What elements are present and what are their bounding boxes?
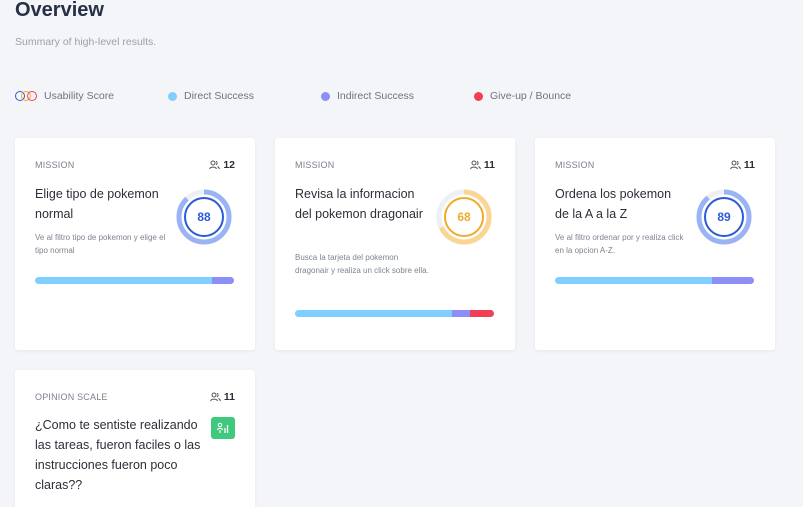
usability-score-gauge: 88 (175, 188, 233, 246)
bar-segment-direct (295, 310, 453, 317)
legend-indirect: Indirect Success (321, 90, 414, 102)
card-type-label: MISSION (555, 160, 595, 170)
card-description: Busca la tarjeta del pokemon dragonair y… (295, 253, 429, 275)
card-type-label: OPINION SCALE (35, 392, 108, 402)
page-title: Overview (15, 0, 104, 21)
card-type-label: MISSION (295, 160, 335, 170)
participant-count: 11 (469, 159, 495, 171)
participant-count-value: 11 (743, 159, 755, 171)
participant-count-value: 11 (223, 391, 235, 403)
usability-score-gauge: 89 (695, 188, 753, 246)
indirect-dot-icon (321, 91, 330, 101)
bar-segment-giveup (470, 310, 494, 317)
participant-count: 11 (209, 391, 235, 403)
usability-rings-icon (15, 91, 39, 101)
legend-usability-label: Usability Score (44, 90, 115, 102)
participant-count-value: 12 (223, 159, 235, 171)
page-subtitle: Summary of high-level results. (15, 36, 157, 48)
success-bar (35, 277, 234, 284)
legend-usability: Usability Score (15, 90, 114, 102)
mission-card[interactable]: MISSION 12 Elige tipo de pokemon normal … (15, 138, 255, 350)
success-bar (555, 277, 754, 284)
users-icon (209, 392, 221, 402)
card-title: Revisa la informacion del pokemon dragon… (295, 187, 423, 221)
card-title: Ordena los pokemon de la A a la Z (555, 187, 672, 221)
card-title: Elige tipo de pokemon normal (35, 187, 159, 221)
participant-count: 11 (729, 159, 755, 171)
legend-direct: Direct Success (168, 90, 254, 102)
usability-score-gauge: 68 (435, 188, 493, 246)
legend-direct-label: Direct Success (184, 90, 255, 102)
direct-dot-icon (168, 91, 177, 101)
users-icon (729, 160, 741, 170)
opinion-scale-card[interactable]: OPINION SCALE 11 ¿Como te sentiste reali… (15, 370, 255, 507)
opinion-scale-icon (211, 417, 235, 439)
legend-giveup-label: Give-up / Bounce (490, 90, 572, 102)
card-description: Ve al filtro ordenar por y realiza click… (555, 233, 684, 255)
card-title: ¿Como te sentiste realizando las tareas,… (35, 418, 201, 492)
bar-segment-indirect (212, 277, 234, 284)
bar-segment-direct (555, 277, 713, 284)
bar-segment-indirect (712, 277, 754, 284)
participant-count: 12 (209, 159, 235, 171)
card-description: Ve al filtro tipo de pokemon y elige el … (35, 233, 166, 255)
giveup-dot-icon (474, 91, 483, 101)
mission-card[interactable]: MISSION 11 Revisa la informacion del pok… (275, 138, 515, 350)
bar-segment-direct (35, 277, 213, 284)
legend-giveup: Give-up / Bounce (474, 90, 571, 102)
usability-score-value: 89 (717, 210, 731, 224)
legend-indirect-label: Indirect Success (337, 90, 415, 102)
card-type-label: MISSION (35, 160, 75, 170)
participant-count-value: 11 (483, 159, 495, 171)
usability-score-value: 68 (457, 210, 471, 224)
usability-score-value: 88 (197, 210, 211, 224)
users-icon (469, 160, 481, 170)
success-bar (295, 310, 494, 317)
users-icon (209, 160, 221, 170)
mission-card[interactable]: MISSION 11 Ordena los pokemon de la A a … (535, 138, 775, 350)
bar-segment-indirect (452, 310, 471, 317)
